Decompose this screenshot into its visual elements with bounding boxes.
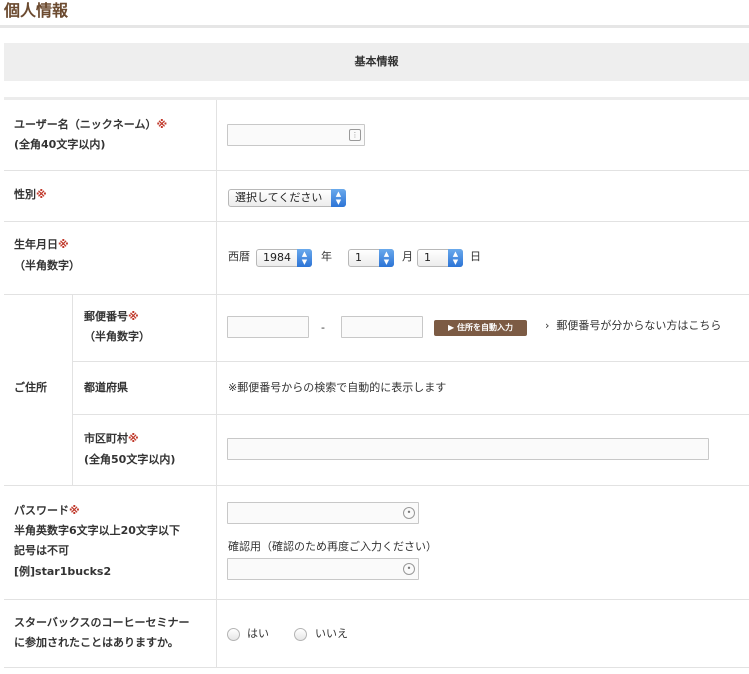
day-unit: 日 [470,250,481,263]
birth-month-value: 1 [355,251,362,264]
row-divider [4,294,749,295]
auto-fill-address-label: 住所を自動入力 [456,323,513,332]
seminar-yes-radio[interactable] [227,628,240,641]
username-input[interactable]: ⋮ [227,124,365,146]
postal-code-second-input[interactable] [341,316,423,338]
row-divider [4,599,749,600]
username-label: ユーザー名（ニックネーム）※ [14,118,168,131]
row-divider [4,221,749,222]
auto-fill-address-button[interactable]: ▶ 住所を自動入力 [434,320,527,336]
postal-code-note: （半角数字） [84,330,150,343]
chevron-up-down-icon: ▲ ▼ [448,249,463,267]
section-header: 基本情報 [4,43,749,81]
page-title: 個人情報 [4,1,69,20]
username-note: (全角40文字以内) [14,138,106,151]
postal-help-link-label: 郵便番号が分からない方はこちら [556,319,722,332]
seminar-no-radio[interactable] [294,628,307,641]
seminar-no-label: いいえ [315,627,348,640]
birthdate-label: 生年月日※ [14,238,69,251]
password-confirm-label: 確認用（確認のため再度ご入力ください） [228,540,437,553]
row-divider [4,667,749,668]
column-divider [72,295,73,485]
row-divider [4,97,749,100]
birth-year-value: 1984 [263,251,291,264]
month-unit: 月 [402,250,413,263]
birth-month-select[interactable]: 1 ▲ ▼ [348,249,394,267]
birth-year-select[interactable]: 1984 ▲ ▼ [256,249,312,267]
lock-dot-icon: • [403,563,415,575]
postal-code-label: 郵便番号※ [84,310,139,323]
seminar-yes-label: はい [247,627,269,640]
lock-dot-icon: • [403,507,415,519]
chevron-up-down-icon: ▲ ▼ [331,189,346,207]
password-label: パスワード※ [14,504,80,517]
city-label: 市区町村※ [84,432,139,445]
play-icon: ▶ [448,323,455,332]
key-icon: ⋮ [349,129,361,141]
chevron-up-down-icon: ▲ ▼ [297,249,312,267]
password-example: [例]star1bucks2 [14,565,112,578]
postal-help-link[interactable]: › 郵便番号が分からない方はこちら [545,318,721,334]
row-divider [4,485,749,486]
postal-code-first-input[interactable] [227,316,309,338]
postal-separator: - [321,321,325,334]
prefecture-label: 都道府県 [84,381,128,394]
seminar-question-line1: スターバックスのコーヒーセミナー [14,616,190,629]
birth-day-value: 1 [424,251,431,264]
chevron-right-icon: › [545,319,550,332]
seminar-question-line2: に参加されたことはありますか。 [14,636,179,649]
row-divider [72,414,749,415]
chevron-up-down-icon: ▲ ▼ [379,249,394,267]
prefecture-note: ※郵便番号からの検索で自動的に表示します [228,381,447,394]
gender-select[interactable]: 選択してください ▲ ▼ [228,189,346,207]
password-symbol-note: 記号は不可 [14,544,69,557]
password-input[interactable]: • [227,502,419,524]
gender-label: 性別※ [14,188,47,201]
birthdate-note: （半角数字） [14,259,80,272]
title-divider [0,25,749,28]
password-confirm-input[interactable]: • [227,558,419,580]
city-note: (全角50文字以内) [84,453,176,466]
birth-day-select[interactable]: 1 ▲ ▼ [417,249,463,267]
row-divider [72,361,749,362]
era-label: 西暦 [228,250,250,263]
password-rule: 半角英数字6文字以上20文字以下 [14,524,180,537]
gender-select-value: 選択してください [235,191,323,204]
address-group-label: ご住所 [14,381,47,394]
column-divider [216,100,217,667]
year-unit: 年 [321,250,332,263]
city-input[interactable] [227,438,709,460]
row-divider [4,170,749,171]
